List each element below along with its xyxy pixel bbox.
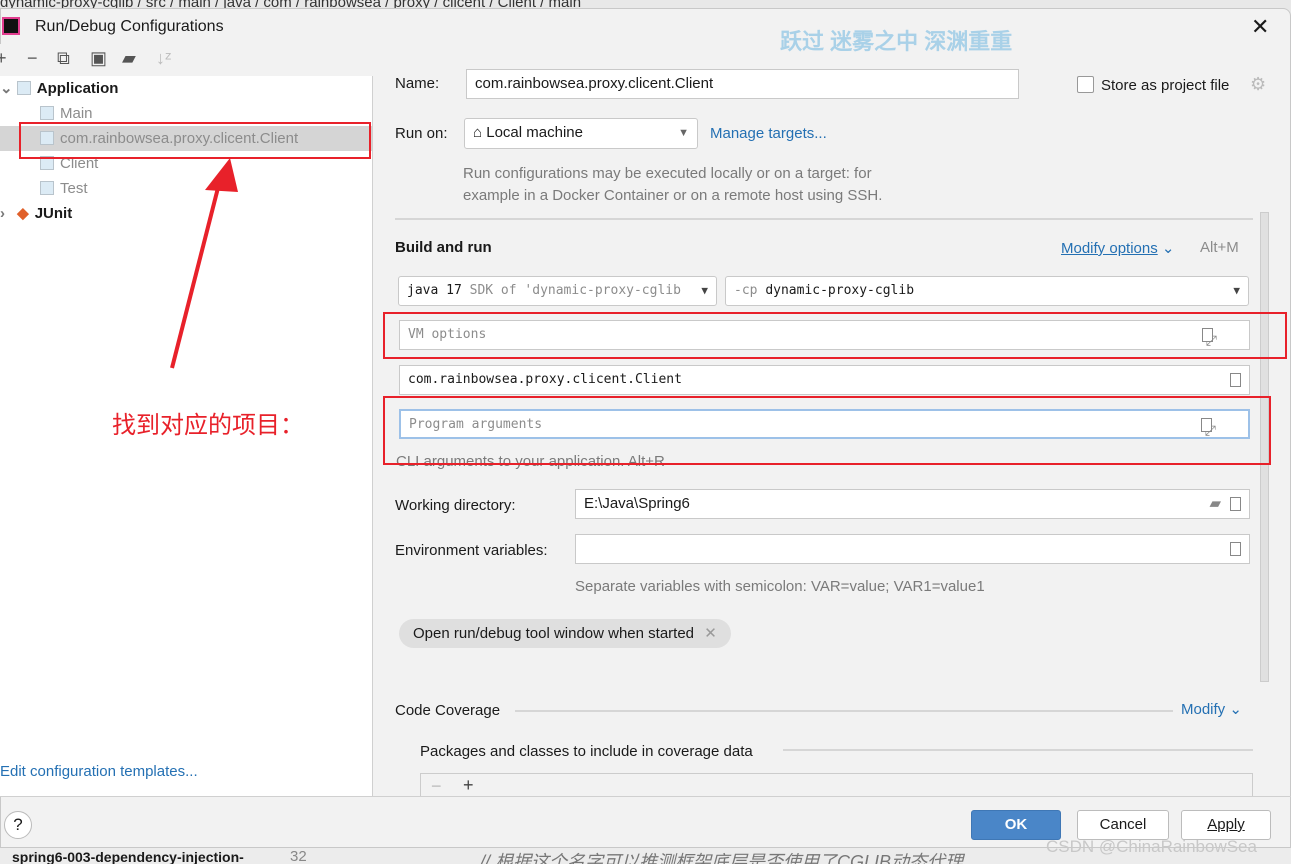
workdir-value: E:\Java\Spring6 bbox=[584, 495, 690, 512]
close-icon[interactable]: ✕ bbox=[704, 625, 717, 642]
home-icon: ⌂ bbox=[473, 124, 487, 141]
packages-list: − + bbox=[420, 773, 1253, 797]
close-icon[interactable]: ✕ bbox=[1251, 14, 1269, 40]
run-on-label: Run on: bbox=[395, 125, 448, 142]
name-input[interactable]: com.rainbowsea.proxy.clicent.Client bbox=[466, 69, 1019, 99]
folder-icon[interactable]: ▰ bbox=[1209, 490, 1221, 518]
application-icon bbox=[16, 81, 31, 95]
packages-heading: Packages and classes to include in cover… bbox=[420, 743, 753, 760]
run-on-select[interactable]: ⌂ Local machine ▼ bbox=[464, 118, 698, 149]
config-icon bbox=[40, 181, 54, 195]
env-input[interactable] bbox=[575, 534, 1250, 564]
folder-add-icon[interactable]: ▰ bbox=[122, 48, 136, 69]
chevron-down-icon: ▼ bbox=[1233, 284, 1240, 297]
tree-group-application[interactable]: ⌄ Application bbox=[0, 76, 372, 101]
item-label: Main bbox=[60, 105, 93, 122]
document-icon[interactable] bbox=[1230, 373, 1241, 387]
annotation-arrow bbox=[170, 158, 238, 369]
minus-icon[interactable]: − bbox=[27, 48, 38, 69]
modify-shortcut: Alt+M bbox=[1200, 239, 1239, 256]
name-label: Name: bbox=[395, 75, 440, 92]
run-on-value: Local machine bbox=[486, 124, 583, 141]
chevron-down-icon: ▼ bbox=[678, 127, 689, 139]
gear-icon[interactable]: ⚙ bbox=[1250, 74, 1266, 95]
modify-options-link[interactable]: Modify options ⌄ bbox=[1061, 239, 1174, 257]
env-label: Environment variables: bbox=[395, 542, 548, 559]
cp-flag: -cp bbox=[734, 283, 758, 298]
edit-templates-link[interactable]: Edit configuration templates... bbox=[0, 763, 198, 780]
workdir-label: Working directory: bbox=[395, 497, 516, 514]
watermark: 跃过 迷雾之中 深渊重重 bbox=[780, 29, 1013, 54]
workdir-input[interactable]: E:\Java\Spring6 ▰ bbox=[575, 489, 1250, 519]
classpath-select[interactable]: -cp dynamic-proxy-cglib ▼ bbox=[725, 276, 1249, 306]
chevron-down-icon: ▼ bbox=[698, 277, 708, 305]
manage-targets-link[interactable]: Manage targets... bbox=[710, 125, 827, 142]
modify-options-label: Modify options bbox=[1061, 240, 1158, 257]
main-class-input[interactable]: com.rainbowsea.proxy.clicent.Client bbox=[399, 365, 1250, 395]
junit-icon: ◆ bbox=[17, 205, 29, 222]
plus-icon[interactable]: + bbox=[463, 775, 474, 796]
tree-toolbar: + − ⧉ ▣ ▰ ↓ᶻ bbox=[0, 44, 373, 76]
csdn-credit: CSDN @ChinaRainbowSea bbox=[1046, 837, 1257, 856]
annotation-text: 找到对应的项目： bbox=[112, 412, 304, 439]
config-icon bbox=[40, 106, 54, 120]
chip-label: Open run/debug tool window when started bbox=[413, 625, 695, 642]
store-label: Store as project file bbox=[1101, 77, 1230, 94]
plus-icon[interactable]: + bbox=[0, 48, 7, 69]
cancel-button[interactable]: Cancel bbox=[1077, 810, 1169, 840]
jdk-version: java 17 bbox=[407, 283, 462, 298]
app-icon bbox=[2, 17, 20, 35]
main-class-value: com.rainbowsea.proxy.clicent.Client bbox=[408, 372, 682, 387]
highlight-box bbox=[383, 396, 1271, 465]
save-icon[interactable]: ▣ bbox=[90, 48, 107, 69]
apply-button[interactable]: Apply bbox=[1181, 810, 1271, 840]
open-tool-window-chip[interactable]: Open run/debug tool window when started … bbox=[399, 619, 731, 648]
minus-icon[interactable]: − bbox=[431, 776, 442, 797]
store-checkbox[interactable] bbox=[1077, 76, 1094, 93]
ok-button[interactable]: OK bbox=[971, 810, 1061, 840]
modify-label: Modify bbox=[1181, 701, 1226, 718]
jdk-select[interactable]: java 17 SDK of 'dynamic-proxy-cglib ▼ bbox=[398, 276, 717, 306]
document-icon[interactable] bbox=[1230, 542, 1241, 556]
group-label: Application bbox=[36, 80, 119, 97]
project-item: spring6-003-dependency-injection- bbox=[12, 849, 244, 864]
sort-icon[interactable]: ↓ᶻ bbox=[156, 48, 171, 69]
code-comment: // 根据这个名字可以推测框架底层是否使用了CGLIB动态代理 bbox=[480, 852, 964, 864]
project-count: 32 bbox=[290, 848, 307, 864]
dialog-title: Run/Debug Configurations bbox=[35, 18, 224, 35]
jdk-desc: SDK of 'dynamic-proxy-cglib bbox=[461, 283, 681, 298]
run-on-hint: Run configurations may be executed local… bbox=[463, 165, 872, 182]
build-run-heading: Build and run bbox=[395, 239, 492, 256]
highlight-box bbox=[383, 312, 1287, 359]
modify-link[interactable]: Modify ⌄ bbox=[1181, 700, 1242, 718]
item-label: Test bbox=[60, 180, 88, 197]
env-hint: Separate variables with semicolon: VAR=v… bbox=[575, 578, 985, 595]
group-label: JUnit bbox=[34, 205, 73, 222]
code-coverage-heading: Code Coverage bbox=[395, 702, 501, 719]
copy-icon[interactable]: ⧉ bbox=[57, 48, 70, 69]
cp-value: dynamic-proxy-cglib bbox=[765, 283, 915, 298]
run-on-hint: example in a Docker Container or on a re… bbox=[463, 187, 883, 204]
document-icon[interactable] bbox=[1230, 497, 1241, 511]
help-button[interactable]: ? bbox=[4, 811, 32, 839]
